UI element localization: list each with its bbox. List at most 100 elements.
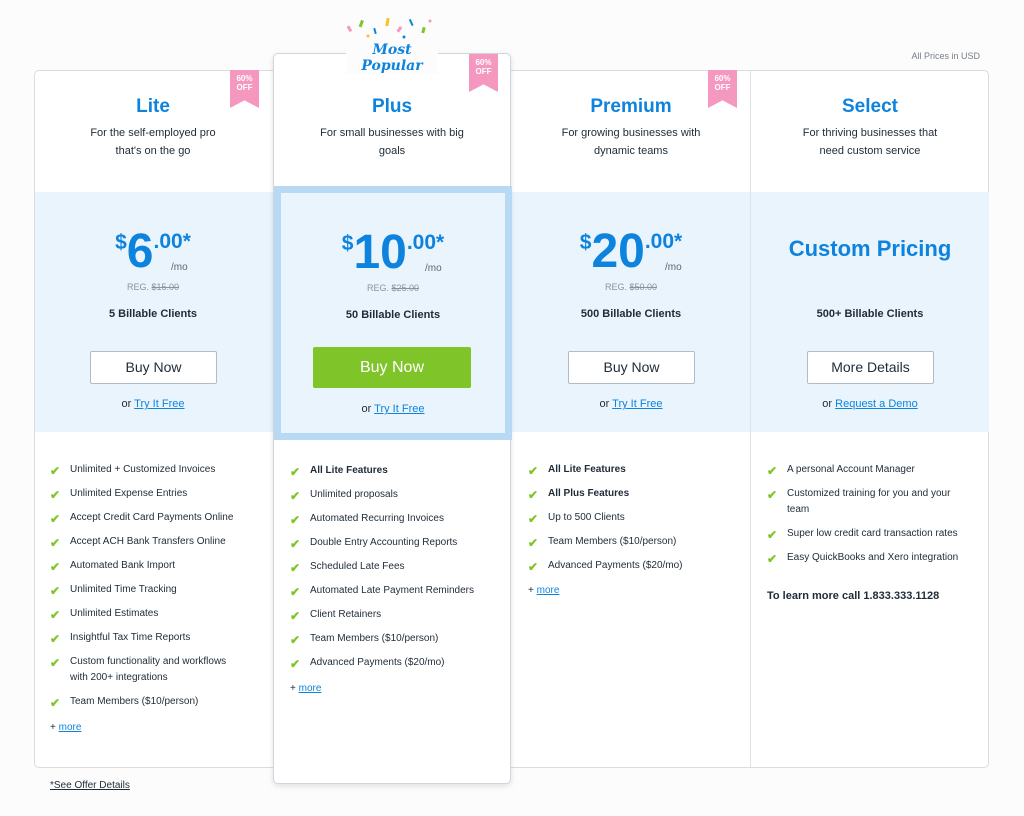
try-prefix: or xyxy=(121,398,132,410)
feature-item: ✔ Double Entry Accounting Reports xyxy=(290,535,500,551)
feature-item: ✔ Advanced Payments ($20/mo) xyxy=(290,655,500,671)
request-demo-row: or Request a Demo xyxy=(751,398,989,410)
regular-price: REG. $25.00 xyxy=(274,283,512,293)
plan-description-line: For the self-employed pro xyxy=(90,127,216,139)
feature-item: ✔ Unlimited Estimates xyxy=(50,606,262,622)
ribbon-percent: 60% xyxy=(236,74,253,83)
feature-text: Client Retainers xyxy=(310,609,382,620)
try-it-free-link[interactable]: Try It Free xyxy=(134,398,184,410)
more-row: + more xyxy=(50,722,81,733)
try-it-free-link[interactable]: Try It Free xyxy=(612,398,662,410)
billable-clients: 500+ Billable Clients xyxy=(816,308,924,320)
more-details-button[interactable]: More Details xyxy=(807,351,934,384)
plan-description: For thriving businesses that need custom… xyxy=(785,124,955,160)
feature-item: ✔ Super low credit card transaction rates xyxy=(767,526,979,542)
feature-item: ✔ Unlimited Time Tracking xyxy=(50,582,262,598)
confetti-decoration xyxy=(346,17,432,39)
plan-price: $10.00* xyxy=(274,229,512,277)
feature-list: ✔ All Lite Features ✔ Unlimited proposals … xyxy=(290,463,500,679)
feature-text: Unlimited + Customized Invoices xyxy=(70,464,216,475)
feature-text: Unlimited Expense Entries xyxy=(70,488,188,499)
feature-text: A personal Account Manager xyxy=(787,464,915,475)
feature-text: Automated Bank Import xyxy=(70,560,176,571)
feature-text: Accept ACH Bank Transfers Online xyxy=(70,536,226,547)
price-amount: 10 xyxy=(353,226,407,279)
feature-item: ✔ Customized training for you and your te… xyxy=(767,486,979,518)
check-icon: ✔ xyxy=(290,513,301,527)
price-period: /mo xyxy=(665,262,682,273)
regular-price-value: $50.00 xyxy=(629,282,658,292)
ribbon-off: OFF xyxy=(475,67,492,76)
check-icon: ✔ xyxy=(767,488,778,502)
feature-item: ✔ All Lite Features xyxy=(528,462,740,478)
check-icon: ✔ xyxy=(290,657,301,671)
feature-item: ✔ Unlimited proposals xyxy=(290,487,500,503)
ribbon-off: OFF xyxy=(236,83,253,92)
feature-text: Up to 500 Clients xyxy=(548,512,625,523)
check-icon: ✔ xyxy=(50,584,61,598)
try-prefix: or xyxy=(822,398,833,410)
feature-text: Accept Credit Card Payments Online xyxy=(70,512,234,523)
try-it-free-link[interactable]: Try It Free xyxy=(374,403,424,415)
plan-price: $6.00* xyxy=(34,228,272,276)
check-icon: ✔ xyxy=(50,696,61,710)
plan-name: Premium xyxy=(590,96,672,117)
more-prefix: + xyxy=(290,683,296,694)
feature-item: ✔ Team Members ($10/person) xyxy=(290,631,500,647)
feature-text: All Lite Features xyxy=(548,464,626,475)
custom-pricing: Custom Pricing xyxy=(788,236,952,261)
feature-item: ✔ Unlimited + Customized Invoices xyxy=(50,462,262,478)
try-prefix: or xyxy=(599,398,610,410)
discount-ribbon: 60% OFF xyxy=(469,54,498,92)
check-icon: ✔ xyxy=(50,656,61,670)
buy-now-button[interactable]: Buy Now xyxy=(313,347,471,388)
request-demo-link[interactable]: Request a Demo xyxy=(835,398,918,410)
more-prefix: + xyxy=(528,585,534,596)
check-icon: ✔ xyxy=(767,552,778,566)
plan-description: For small businesses with big goals xyxy=(306,124,478,160)
feature-text: Automated Recurring Invoices xyxy=(310,513,444,524)
feature-text: Team Members ($10/person) xyxy=(70,696,199,707)
prices-currency-note: All Prices in USD xyxy=(911,51,980,61)
check-icon: ✔ xyxy=(767,528,778,542)
plan-name: Select xyxy=(842,96,898,117)
ribbon-percent: 60% xyxy=(714,74,731,83)
check-icon: ✔ xyxy=(50,464,61,478)
plan-description: For growing businesses with dynamic team… xyxy=(546,124,716,160)
price-area: $20.00* /mo REG. $50.00 500 Billable Cli… xyxy=(512,192,750,432)
regular-price-label: REG. xyxy=(126,282,149,292)
try-free-row: or Try It Free xyxy=(34,398,272,410)
feature-item: ✔ Automated Late Payment Reminders xyxy=(290,583,500,599)
feature-text: Unlimited proposals xyxy=(310,489,398,500)
feature-text: Scheduled Late Fees xyxy=(310,561,405,572)
buy-now-button[interactable]: Buy Now xyxy=(90,351,217,384)
plan-price: $20.00* xyxy=(512,228,750,276)
feature-text: Unlimited Time Tracking xyxy=(70,584,177,595)
feature-item: ✔ Advanced Payments ($20/mo) xyxy=(528,558,740,574)
check-icon: ✔ xyxy=(528,536,539,550)
offer-details-link[interactable]: *See Offer Details xyxy=(50,780,130,791)
feature-text: Easy QuickBooks and Xero integration xyxy=(787,552,959,563)
price-amount: 6 xyxy=(126,225,154,278)
feature-item: ✔ Scheduled Late Fees xyxy=(290,559,500,575)
more-row: + more xyxy=(290,683,321,694)
check-icon: ✔ xyxy=(290,561,301,575)
feature-list: ✔ All Lite Features ✔ All Plus Features ✔ U… xyxy=(528,462,740,582)
price-cents: .00* xyxy=(644,230,683,253)
check-icon: ✔ xyxy=(528,560,539,574)
feature-text: Custom functionality and workflows with … xyxy=(70,656,227,683)
check-icon: ✔ xyxy=(767,464,778,478)
feature-item: ✔ Client Retainers xyxy=(290,607,500,623)
billable-clients: 50 Billable Clients xyxy=(345,309,441,321)
more-link[interactable]: more xyxy=(59,722,82,733)
check-icon: ✔ xyxy=(50,512,61,526)
feature-text: Super low credit card transaction rates xyxy=(787,528,958,539)
feature-list: ✔ Unlimited + Customized Invoices ✔ Unlimi… xyxy=(50,462,262,718)
plan-name: Lite xyxy=(136,96,170,117)
buy-now-button[interactable]: Buy Now xyxy=(568,351,695,384)
more-link[interactable]: more xyxy=(537,585,560,596)
plan-column-plus: 60% OFF Plus For small businesses with b… xyxy=(273,53,512,784)
check-icon: ✔ xyxy=(290,609,301,623)
more-link[interactable]: more xyxy=(299,683,322,694)
regular-price-label: REG. xyxy=(604,282,627,292)
